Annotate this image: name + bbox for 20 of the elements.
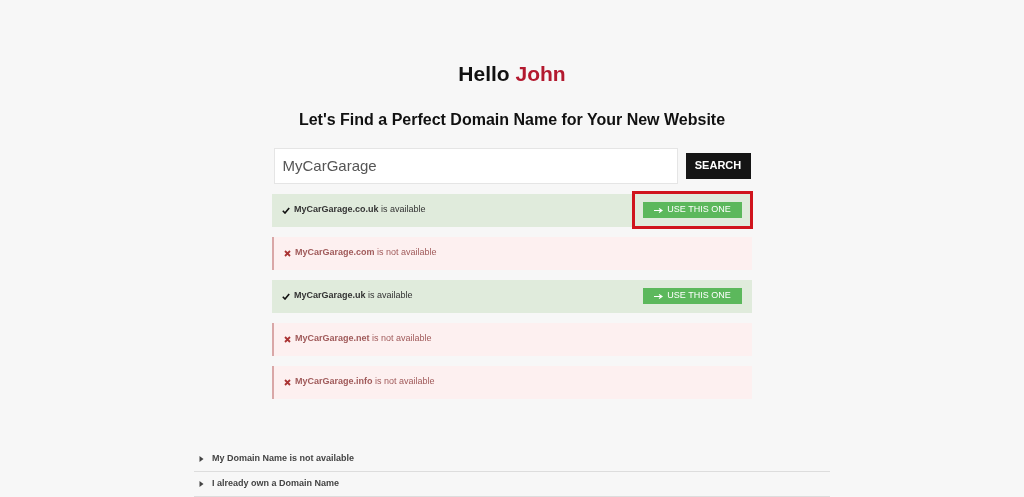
caret-right-icon [199, 455, 204, 462]
subheading: Let's Find a Perfect Domain Name for Your New Website [298, 109, 726, 130]
cross-icon [284, 335, 291, 343]
search-button[interactable]: SEARCH [685, 152, 751, 179]
arrow-icon [654, 293, 664, 299]
result-text: MyCarGarage.net is not available [295, 332, 432, 346]
arrow-icon [654, 207, 664, 213]
accordion-header[interactable]: My Domain Name is not available [194, 446, 830, 472]
greeting-heading: Hello John [458, 61, 566, 87]
check-icon [282, 206, 290, 214]
result-text: MyCarGarage.uk is available [294, 289, 413, 303]
accordion-header[interactable]: I already own a Domain Name [194, 471, 830, 497]
cross-icon [284, 378, 291, 386]
result-text: MyCarGarage.co.uk is available [294, 203, 426, 217]
result-text: MyCarGarage.info is not available [295, 375, 435, 389]
caret-right-icon [199, 480, 204, 487]
cross-icon [284, 249, 291, 257]
domain-search-field[interactable]: MyCarGarage [273, 147, 678, 184]
result-text: MyCarGarage.com is not available [295, 246, 437, 260]
check-icon [282, 292, 290, 300]
